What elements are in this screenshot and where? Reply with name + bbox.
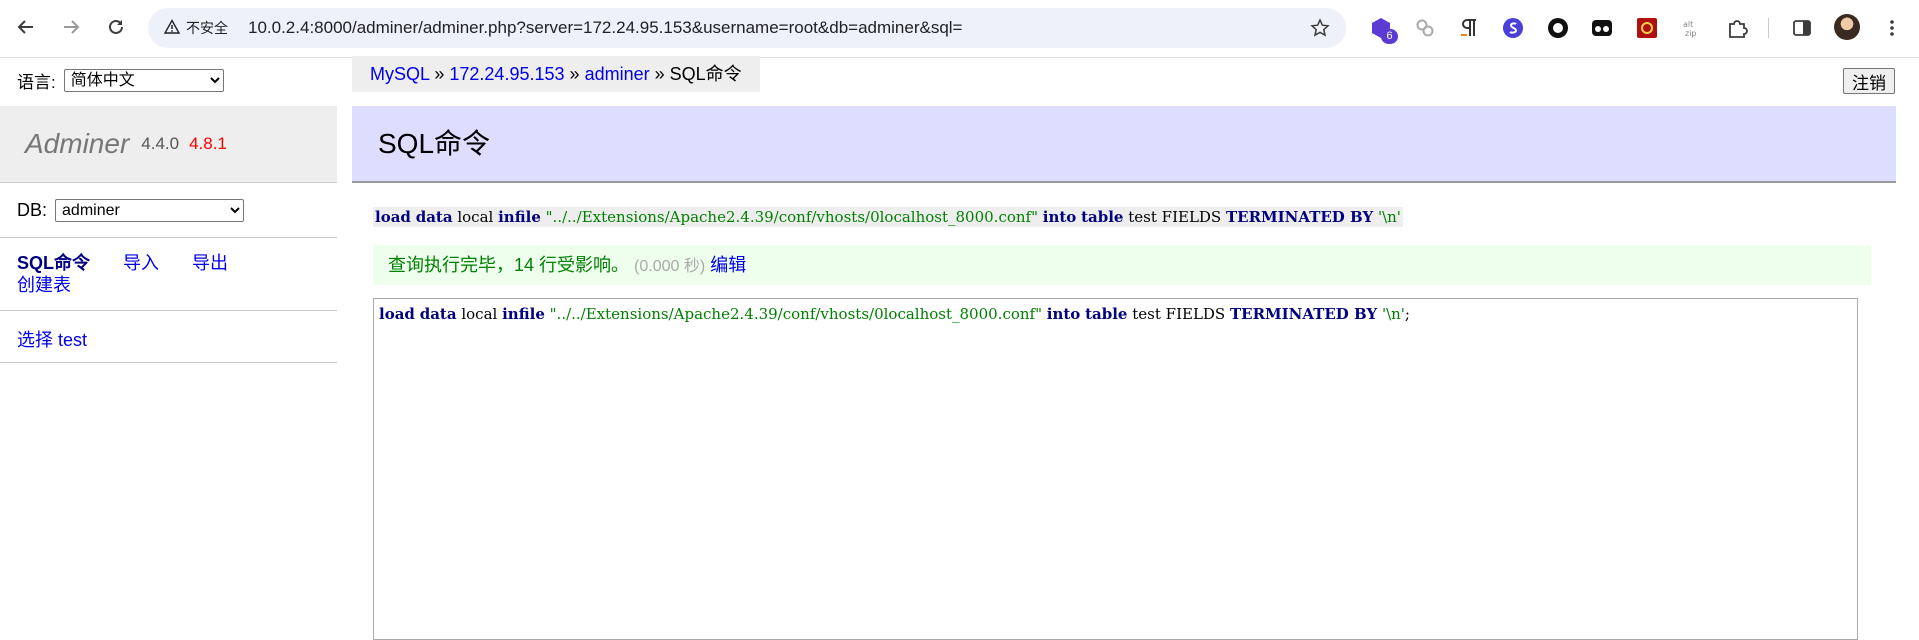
security-label: 不安全 [186,20,228,36]
breadcrumb-separator: » [569,64,580,84]
logout-button[interactable]: 注销 [1843,68,1895,94]
address-bar[interactable]: 不安全 10.0.2.4:8000/adminer/adminer.php?se… [148,8,1346,48]
select-table-link[interactable]: 选择 [17,330,53,350]
query-word: local [457,208,494,226]
puzzle-icon[interactable] [1724,15,1750,41]
query-string: '\n' [1381,305,1405,323]
breadcrumb-db[interactable]: adminer [585,64,650,84]
query-terminator: ; [1404,305,1410,323]
sql-editor[interactable]: load data local infile "../../Extensions… [373,298,1858,640]
extension-red-icon[interactable] [1634,15,1660,41]
query-keyword: load [379,305,415,323]
extension-link-icon[interactable] [1412,15,1438,41]
breadcrumb-server[interactable]: 172.24.95.153 [449,64,564,84]
query-keyword: data [419,305,457,323]
extension-s-icon[interactable] [1500,15,1526,41]
breadcrumb-driver[interactable]: MySQL [370,64,429,84]
browser-toolbar: 不安全 10.0.2.4:8000/adminer/adminer.php?se… [0,0,1919,58]
language-label: 语言: [17,73,56,92]
extension-zip-icon[interactable]: alt zip [1679,15,1705,41]
query-keyword: TERMINATED BY [1226,208,1374,226]
query-keyword: infile [502,305,545,323]
query-string: "../../Extensions/Apache2.4.39/conf/vhos… [549,305,1042,323]
query-word: test FIELDS [1132,305,1226,323]
success-message: 查询执行完毕，14 行受影响。 (0.000 秒) 编辑 [373,245,1871,285]
export-link[interactable]: 导出 [192,253,228,273]
page-title: SQL命令 [378,128,491,159]
query-word: test FIELDS [1128,208,1222,226]
table-name-link[interactable]: test [58,330,87,350]
query-string: "../../Extensions/Apache2.4.39/conf/vhos… [545,208,1038,226]
logo-name[interactable]: Adminer [25,128,129,160]
db-select[interactable]: adminer [55,199,245,222]
svg-text:alt: alt [1683,20,1693,29]
language-select[interactable]: 简体中文 [63,69,224,92]
toolbar-divider [1768,18,1769,38]
back-icon[interactable] [13,14,39,40]
create-table-link[interactable]: 创建表 [17,275,71,295]
security-chip[interactable]: 不安全 [156,14,238,42]
import-link[interactable]: 导入 [123,253,159,273]
breadcrumb-separator: » [434,64,445,84]
sidebar-divider [0,362,337,363]
svg-text:zip: zip [1685,29,1697,38]
profile-avatar[interactable] [1834,14,1860,40]
forward-icon[interactable] [58,14,84,40]
reload-icon[interactable] [103,14,129,40]
breadcrumb-separator: » [654,64,665,84]
query-word: local [461,305,498,323]
page-header: SQL命令 [352,106,1896,183]
table-list-item: 选择 test [17,326,87,352]
execution-time: (0.000 秒) [634,258,706,275]
extension-glasses-icon[interactable] [1589,15,1615,41]
edit-link[interactable]: 编辑 [710,255,746,275]
extension-badge: 6 [1381,29,1398,44]
extension-ring-icon[interactable] [1545,15,1571,41]
db-label: DB: [17,200,48,220]
db-selector: DB: adminer [17,199,245,222]
sidebar-divider [0,310,337,311]
sql-editor-content[interactable]: load data local infile "../../Extensions… [379,305,1410,323]
sql-command-link[interactable]: SQL命令 [17,253,90,273]
query-keyword: load [375,208,411,226]
version: 4.4.0 [141,134,180,153]
sidepanel-icon[interactable] [1789,15,1815,41]
query-string: '\n' [1377,208,1401,226]
extension-hex-icon[interactable]: 6 [1368,15,1398,44]
menu-icon[interactable] [1879,15,1905,41]
query-keyword: table [1085,305,1128,323]
query-keyword: infile [498,208,541,226]
new-version[interactable]: 4.8.1 [189,134,227,154]
star-icon[interactable] [1308,16,1332,40]
extension-pilcrow-icon[interactable] [1456,15,1482,41]
breadcrumb: MySQL » 172.24.95.153 » adminer » SQL命令 [352,56,760,92]
query-keyword: into [1046,305,1081,323]
breadcrumb-current: SQL命令 [669,64,742,84]
warning-icon [163,18,181,38]
sidebar-links: SQL命令 导入 导出 创建表 [17,252,228,296]
query-keyword: table [1081,208,1124,226]
query-keyword: TERMINATED BY [1230,305,1378,323]
query-keyword: into [1042,208,1077,226]
url-text[interactable]: 10.0.2.4:8000/adminer/adminer.php?server… [248,8,963,48]
sidebar-divider [0,237,337,238]
executed-query: load data local infile "../../Extensions… [373,207,1403,227]
language-selector: 语言: 简体中文 [17,68,224,93]
message-text: 查询执行完毕，14 行受影响。 [388,255,630,275]
adminer-logo: Adminer 4.4.0 4.8.1 [0,106,337,183]
query-keyword: data [415,208,453,226]
